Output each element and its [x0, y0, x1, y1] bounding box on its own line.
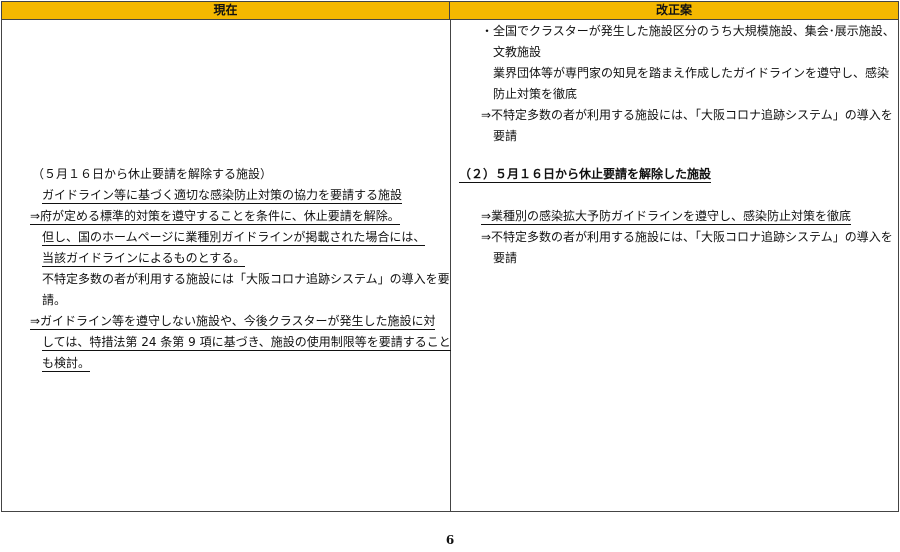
current-line: 当該ガイドラインによるものとする。 [42, 251, 246, 267]
current-cell: （５月１６日から休止要請を解除する施設） ガイドライン等に基づく適切な感染防止対… [2, 20, 451, 511]
revised-line: 防止対策を徹底 [493, 87, 578, 101]
current-line: ⇒ガイドライン等を遵守しない施設や、今後クラスターが発生した施設に対 [30, 314, 436, 330]
revised-line: ⇒業種別の感染拡大予防ガイドラインを遵守し、感染防止対策を徹底 [481, 209, 852, 225]
current-line: ガイドライン等に基づく適切な感染防止対策の協力を要請する施設 [42, 188, 403, 204]
revised-line: 要請 [493, 129, 518, 143]
revised-cell: ・全国でクラスターが発生した施設区分のうち大規模施設、集会･展示施設、 文教施設… [451, 20, 898, 511]
revised-line: ⇒不特定多数の者が利用する施設には、「大阪コロナ追跡システム」の導入を [481, 108, 893, 122]
current-line: ⇒府が定める標準的対策を遵守することを条件に、休止要請を解除。 [30, 209, 400, 225]
revised-section-heading: （２）５月１６日から休止要請を解除した施設 [459, 167, 712, 183]
current-line: 不特定多数の者が利用する施設には「大阪コロナ追跡システム」の導入を要 [42, 272, 450, 286]
page-number: 6 [445, 533, 455, 547]
revised-line: 要請 [493, 251, 518, 265]
comparison-table: 現在 改正案 （５月１６日から休止要請を解除する施設） ガイドライン等に基づく適… [1, 1, 899, 512]
header-current: 現在 [2, 2, 450, 20]
current-line: しては、特措法第 24 条第 9 項に基づき、施設の使用制限等を要請すること [42, 335, 451, 351]
revised-line: ⇒不特定多数の者が利用する施設には、「大阪コロナ追跡システム」の導入を [481, 230, 893, 244]
current-line: も検討。 [42, 356, 91, 372]
header-revised: 改正案 [450, 2, 898, 20]
revised-line: 業界団体等が専門家の知見を踏まえ作成したガイドラインを遵守し、感染 [493, 66, 890, 80]
current-section-heading: （５月１６日から休止要請を解除する施設） [32, 167, 273, 181]
current-line: 請。 [42, 293, 67, 307]
current-line: 但し、国のホームページに業種別ガイドラインが掲載された場合には、 [42, 230, 426, 246]
revised-line: 文教施設 [493, 45, 542, 59]
revised-line: ・全国でクラスターが発生した施設区分のうち大規模施設、集会･展示施設、 [481, 24, 895, 38]
